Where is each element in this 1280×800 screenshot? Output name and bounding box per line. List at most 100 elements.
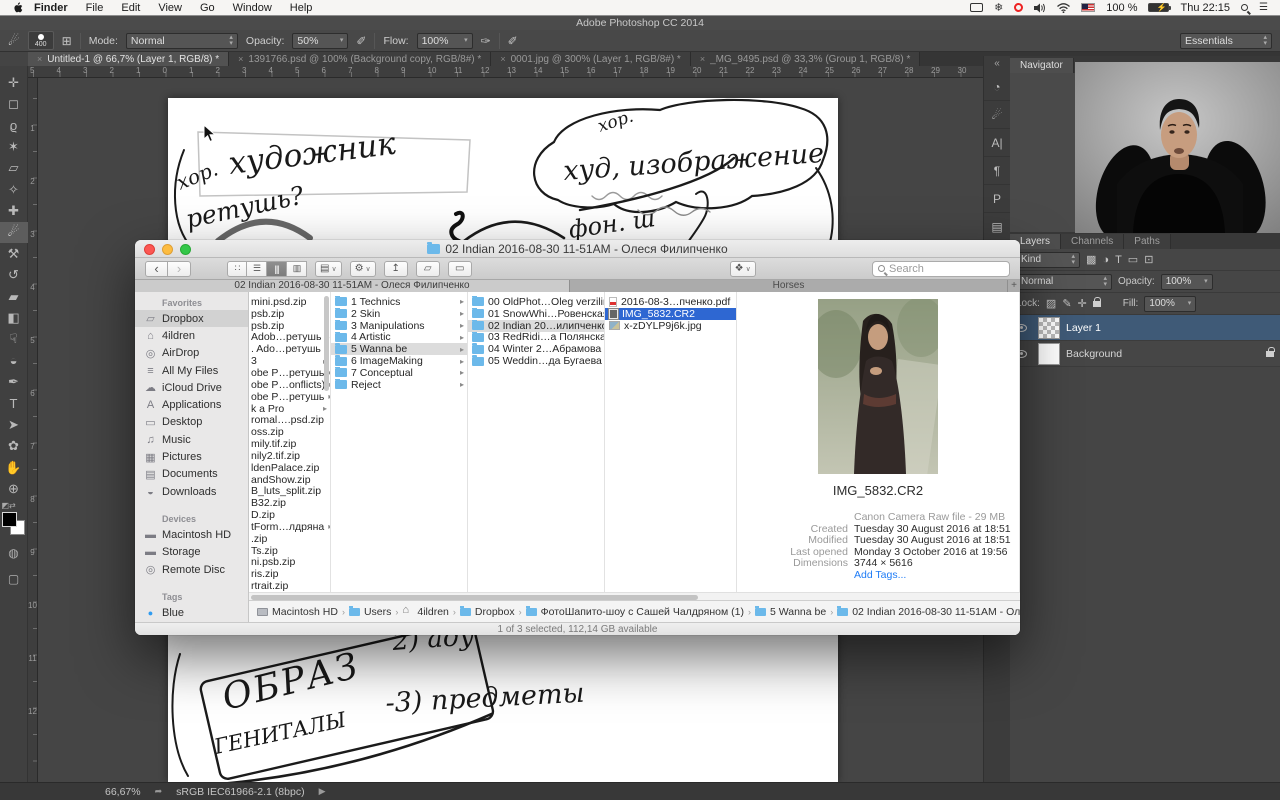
Background[interactable]: Background xyxy=(1010,341,1280,367)
layer-thumbnail[interactable] xyxy=(1038,317,1060,339)
healing-brush-tool[interactable]: ✚ xyxy=(0,200,28,221)
character-panel-icon[interactable]: A| xyxy=(984,129,1011,157)
file-row[interactable]: romal….psd.zip xyxy=(249,414,330,426)
file-row[interactable]: . Ado…ретушь ▸ xyxy=(249,343,330,355)
file-row[interactable]: ris.zip xyxy=(249,568,330,580)
expand-panels-icon[interactable]: « xyxy=(994,58,1000,73)
new-tab-button[interactable]: + xyxy=(1008,280,1020,292)
file-row[interactable]: IMG_5832.CR2 xyxy=(605,308,736,320)
sidebar-item[interactable]: ⌂ 4ildren xyxy=(135,327,248,344)
icon-view-button[interactable]: ∷ xyxy=(227,261,247,277)
zoom-percent[interactable]: 66,67% xyxy=(105,786,141,798)
marquee-tool[interactable]: ◻ xyxy=(0,93,28,114)
shape-tool[interactable]: ✿ xyxy=(0,436,28,457)
properties-panel-icon[interactable]: P xyxy=(984,185,1011,213)
folder-row[interactable]: 3 Manipulations ▸ xyxy=(331,320,467,332)
close-icon[interactable]: × xyxy=(37,54,42,64)
lock-all-icon[interactable] xyxy=(1093,301,1101,307)
default-swatches-icon[interactable]: ◩⇄ xyxy=(2,501,16,510)
flow-select[interactable]: 100% ▾ xyxy=(417,33,473,49)
filter-kind-select[interactable]: Kind ▴▾ xyxy=(1016,252,1080,268)
dropbox-button[interactable]: ❖ ∨ xyxy=(730,261,756,277)
file-row[interactable]: rtrait.zip xyxy=(249,580,330,592)
file-row[interactable]: mini.psd.zip xyxy=(249,296,330,308)
file-row[interactable]: x-zDYLP9j6k.jpg xyxy=(605,320,736,332)
folder-row[interactable]: 7 Conceptual ▸ xyxy=(331,367,467,379)
sidebar-item[interactable]: ▱ Dropbox xyxy=(135,310,248,327)
file-row[interactable]: andShow.zip xyxy=(249,474,330,486)
scrollbar-thumb[interactable] xyxy=(324,296,329,391)
menu-item[interactable]: Finder xyxy=(25,0,77,16)
sidebar-item[interactable]: ● Red xyxy=(135,621,248,622)
smudge-tool[interactable]: ☟ xyxy=(0,329,28,350)
brush-panel-icon[interactable]: ☄ xyxy=(984,101,1011,129)
display-icon[interactable] xyxy=(970,3,983,12)
add-tags-link[interactable]: Add Tags... xyxy=(854,570,906,582)
move-tool[interactable]: ✛ xyxy=(0,72,28,93)
lasso-tool[interactable]: ϱ xyxy=(0,115,28,136)
menu-item[interactable]: File xyxy=(77,0,113,16)
file-row[interactable]: ldenPalace.zip xyxy=(249,462,330,474)
document-tab[interactable]: × 0001.jpg @ 300% (Layer 1, RGB/8#) * xyxy=(491,52,691,66)
file-row[interactable]: obe P…ретушь ▸ xyxy=(249,367,330,379)
file-row[interactable]: nily2.tif.zip xyxy=(249,450,330,462)
path-item[interactable]: Users › xyxy=(349,606,398,618)
finder-tab[interactable]: 02 Indian 2016-08-30 11-51AM - Олеся Фил… xyxy=(135,280,570,292)
back-button[interactable]: ‹ xyxy=(145,261,168,277)
sidebar-item[interactable]: ☁ iCloud Drive xyxy=(135,379,248,396)
file-row[interactable]: .zip xyxy=(249,533,330,545)
panel-tab[interactable]: Paths xyxy=(1124,234,1171,249)
file-row[interactable]: mily.tif.zip xyxy=(249,438,330,450)
path-item[interactable]: Dropbox › xyxy=(460,606,522,618)
new-folder-button[interactable]: ▱ xyxy=(416,261,440,277)
horizontal-scrollbar[interactable] xyxy=(249,592,1020,600)
folder-row[interactable]: 00 OldPhot…Oleg verzilin ▸ xyxy=(468,296,604,308)
snowflake-icon[interactable]: ❄ xyxy=(994,0,1003,16)
file-row[interactable]: 3 ▸ xyxy=(249,355,330,367)
file-row[interactable]: tForm…лдряна ▸ xyxy=(249,521,330,533)
arrange-button[interactable]: ▤ ∨ xyxy=(315,261,342,277)
filter-adjustment-icon[interactable]: ◑ xyxy=(1102,254,1109,266)
opacity-select[interactable]: 50% ▾ xyxy=(292,33,348,49)
file-row[interactable]: oss.zip xyxy=(249,426,330,438)
lock-pixels-icon[interactable]: ✎ xyxy=(1062,297,1071,310)
notification-center-icon[interactable]: ☰ xyxy=(1259,0,1268,16)
info-panel-icon[interactable]: ▤ xyxy=(984,213,1011,241)
lock-transparent-icon[interactable]: ▨ xyxy=(1046,297,1056,310)
file-row[interactable]: B32.zip xyxy=(249,497,330,509)
menu-item[interactable]: Edit xyxy=(112,0,149,16)
file-row[interactable]: 2016-08-3…пченко.pdf xyxy=(605,296,736,308)
sidebar-item[interactable]: ▦ Pictures xyxy=(135,448,248,465)
folder-row[interactable]: 2 Skin ▸ xyxy=(331,308,467,320)
sidebar-item[interactable]: ▤ Documents xyxy=(135,466,248,483)
wifi-icon[interactable] xyxy=(1057,0,1070,16)
sidebar-item[interactable]: ◎ AirDrop xyxy=(135,345,248,362)
airbrush-icon[interactable]: ✑ xyxy=(481,34,491,48)
coverflow-view-button[interactable]: ▥ xyxy=(287,261,307,277)
sidebar-item[interactable]: Favorites xyxy=(135,296,248,310)
language-flag-icon[interactable] xyxy=(1081,3,1095,12)
history-brush-tool[interactable]: ↺ xyxy=(0,265,28,286)
path-item[interactable]: Macintosh HD › xyxy=(257,606,345,618)
minimize-window-button[interactable] xyxy=(162,244,173,255)
lock-position-icon[interactable]: ✛ xyxy=(1078,297,1087,310)
pen-tool[interactable]: ✒ xyxy=(0,371,28,392)
zoom-window-button[interactable] xyxy=(180,244,191,255)
path-select-tool[interactable]: ➤ xyxy=(0,414,28,435)
menu-item[interactable]: Go xyxy=(191,0,224,16)
pressure-opacity-icon[interactable]: ✐ xyxy=(356,34,366,48)
folder-row[interactable]: 1 Technics ▸ xyxy=(331,296,467,308)
brush-tool[interactable]: ☄ xyxy=(0,222,28,243)
battery-icon[interactable]: ⚡ xyxy=(1148,3,1169,12)
layer-thumbnail[interactable] xyxy=(1038,343,1060,365)
spotlight-icon[interactable] xyxy=(1241,4,1248,11)
document-tab[interactable]: × Untitled-1 @ 66,7% (Layer 1, RGB/8) * xyxy=(28,52,229,66)
path-item[interactable]: 4ildren › xyxy=(402,606,456,618)
path-item[interactable]: 02 Indian 2016-08-30 11-51AM - Олеся Фил… xyxy=(837,606,1020,618)
foreground-color-swatch[interactable] xyxy=(2,512,17,527)
file-row[interactable]: obe P…onflicts) ▸ xyxy=(249,379,330,391)
folder-row[interactable]: 03 RedRidi…а Полянская ▸ xyxy=(468,332,604,344)
folder-row[interactable]: 04 Winter 2…Абрамова ▸ xyxy=(468,343,604,355)
sidebar-item[interactable]: Devices xyxy=(135,512,248,526)
folder-row[interactable]: Reject ▸ xyxy=(331,379,467,391)
